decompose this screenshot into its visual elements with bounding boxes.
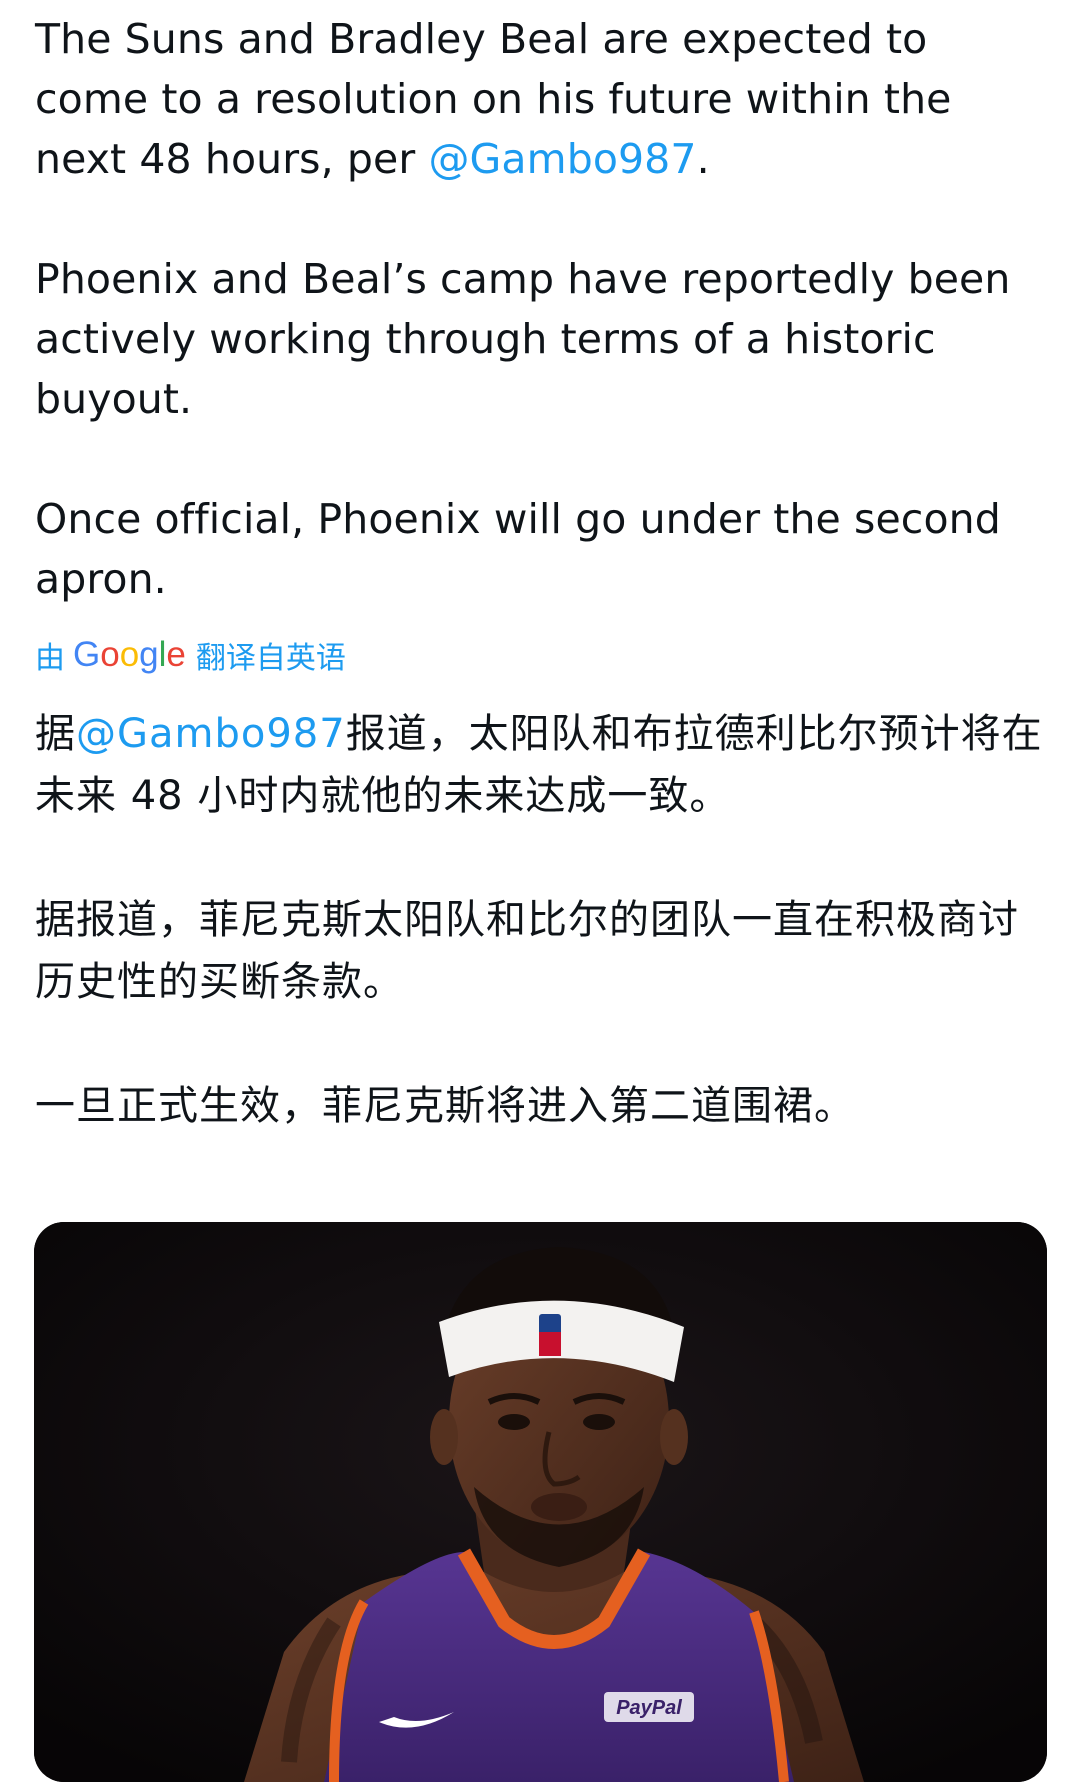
translated-paragraph-2: 据报道，菲尼克斯太阳队和比尔的团队一直在积极商讨历史性的买断条款。: [35, 897, 1019, 1005]
player-photo: PayPal: [34, 1222, 1047, 1782]
original-paragraph-3: Once official, Phoenix will go under the…: [35, 495, 1001, 603]
original-paragraph-2: Phoenix and Beal’s camp have reportedly …: [35, 255, 1011, 423]
tweet-original-text: The Suns and Bradley Beal are expected t…: [35, 9, 1047, 609]
translation-prefix: 由: [35, 641, 65, 676]
translation-suffix: 翻译自英语: [195, 641, 346, 676]
translated-mention-link[interactable]: @Gambo987: [76, 711, 346, 757]
original-paragraph-1: The Suns and Bradley Beal are expected t…: [35, 9, 1047, 189]
google-logo-icon: Google: [73, 635, 186, 674]
tweet-media-image[interactable]: PayPal: [34, 1222, 1047, 1782]
translated-paragraph-3: 一旦正式生效，菲尼克斯将进入第二道围裙。: [35, 1083, 855, 1129]
translated-by-google-link[interactable]: 由 Google 翻译自英语: [35, 630, 346, 680]
jersey-sponsor-label: PayPal: [616, 1697, 682, 1719]
translated-paragraph-1: 据@Gambo987报道，太阳队和布拉德利比尔预计将在未来 48 小时内就他的未…: [35, 703, 1047, 827]
mention-link[interactable]: @Gambo987: [428, 135, 696, 183]
original-paragraph-1-end: .: [696, 135, 710, 183]
translated-paragraph-1-start: 据: [35, 711, 76, 757]
tweet-translated-text: 据@Gambo987报道，太阳队和布拉德利比尔预计将在未来 48 小时内就他的未…: [35, 703, 1047, 1137]
